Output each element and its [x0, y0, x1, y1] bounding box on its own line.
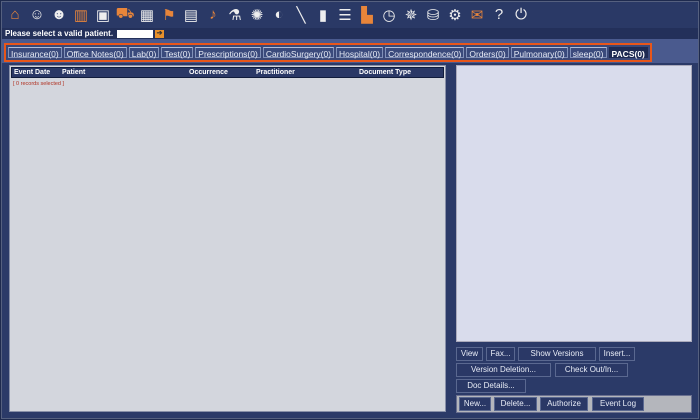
patient-input[interactable]	[117, 29, 154, 38]
view-button[interactable]: View	[456, 347, 483, 361]
stethoscope-icon[interactable]: ♪	[203, 4, 223, 25]
document-new-icon[interactable]: ▮	[313, 4, 333, 25]
toolbar: ⌂ ☺ ☻ ▥ ▣ ⛟ ▦ ⚑ ▤ ♪ ⚗ ✺ ◐ ╲ ▮ ☰ ▙ ◷ ✵ ⛁ …	[2, 2, 698, 28]
delete-button[interactable]: Delete...	[494, 397, 537, 411]
pills-icon[interactable]: ◐	[269, 4, 289, 25]
check-out-in-button[interactable]: Check Out/In...	[555, 363, 628, 377]
tab-cardiosurgery[interactable]: CardioSurgery(0)	[262, 47, 335, 59]
mail-icon[interactable]: ✉	[467, 4, 487, 25]
help-icon[interactable]: ?	[489, 4, 509, 25]
authorize-button[interactable]: Authorize	[540, 397, 588, 411]
col-document-type[interactable]: Document Type	[359, 69, 411, 76]
version-deletion-button[interactable]: Version Deletion...	[456, 363, 551, 377]
monitor-icon[interactable]: ▣	[93, 4, 113, 25]
chart-icon[interactable]: ▥	[71, 4, 91, 25]
col-occurrence[interactable]: Occurrence	[189, 69, 256, 76]
col-patient[interactable]: Patient	[62, 69, 189, 76]
vitruvian-icon[interactable]: ✵	[401, 4, 421, 25]
tab-prescriptions[interactable]: Prescriptions(0)	[195, 47, 261, 59]
records-status: [ 0 records selected ]	[13, 81, 65, 87]
notepad-icon[interactable]: ▤	[181, 4, 201, 25]
tab-row: Insurance(0) Office Notes(0) Lab(0) Test…	[2, 39, 698, 63]
database-icon[interactable]: ⛁	[423, 4, 443, 25]
tab-sleep[interactable]: sleep(0)	[569, 47, 607, 59]
syringe-icon[interactable]: ╲	[291, 4, 311, 25]
calendar-icon[interactable]: ▦	[137, 4, 157, 25]
fax-button[interactable]: Fax...	[486, 347, 515, 361]
patient-bar: Please select a valid patient. ➔	[2, 28, 698, 39]
app-window: ⌂ ☺ ☻ ▥ ▣ ⛟ ▦ ⚑ ▤ ♪ ⚗ ✺ ◐ ╲ ▮ ☰ ▙ ◷ ✵ ⛁ …	[1, 1, 699, 419]
tab-insurance[interactable]: Insurance(0)	[8, 47, 62, 59]
clock-icon[interactable]: ◷	[379, 4, 399, 25]
records-table: Event Date Patient Occurrence Practition…	[9, 65, 446, 412]
tab-office-notes[interactable]: Office Notes(0)	[63, 47, 127, 59]
document-preview	[456, 65, 692, 342]
show-versions-button[interactable]: Show Versions	[518, 347, 596, 361]
tab-hospital[interactable]: Hospital(0)	[336, 47, 384, 59]
list-icon[interactable]: ☰	[335, 4, 355, 25]
tab-test[interactable]: Test(0)	[161, 47, 194, 59]
doctor-icon[interactable]: ☻	[49, 4, 69, 25]
tab-lab[interactable]: Lab(0)	[128, 47, 160, 59]
new-button[interactable]: New...	[459, 397, 491, 411]
cart-icon[interactable]: ⛟	[115, 4, 135, 25]
table-header: Event Date Patient Occurrence Practition…	[11, 67, 444, 78]
patient-label: Please select a valid patient.	[5, 29, 114, 38]
event-log-button[interactable]: Event Log	[592, 397, 644, 411]
tab-pacs[interactable]: PACS(0)	[608, 47, 648, 59]
power-icon[interactable]: ⏻	[511, 4, 531, 25]
virus-icon[interactable]: ✺	[247, 4, 267, 25]
tab-correspondence[interactable]: Correspondence(0)	[385, 47, 465, 59]
home-icon[interactable]: ⌂	[5, 4, 25, 25]
col-practitioner[interactable]: Practitioner	[256, 69, 359, 76]
flask-icon[interactable]: ⚗	[225, 4, 245, 25]
col-event-date[interactable]: Event Date	[12, 69, 62, 76]
tab-pulmonary[interactable]: Pulmonary(0)	[510, 47, 568, 59]
tab-bar: Insurance(0) Office Notes(0) Lab(0) Test…	[4, 43, 652, 62]
doc-details-button[interactable]: Doc Details...	[456, 379, 526, 393]
insert-button[interactable]: Insert...	[599, 347, 635, 361]
go-arrow-icon[interactable]: ➔	[155, 29, 165, 38]
patient-icon[interactable]: ☺	[27, 4, 47, 25]
gear-icon[interactable]: ⚙	[445, 4, 465, 25]
flag-icon[interactable]: ⚑	[159, 4, 179, 25]
tab-orders[interactable]: Orders(0)	[466, 47, 509, 59]
printer-icon[interactable]: ▙	[357, 4, 377, 25]
